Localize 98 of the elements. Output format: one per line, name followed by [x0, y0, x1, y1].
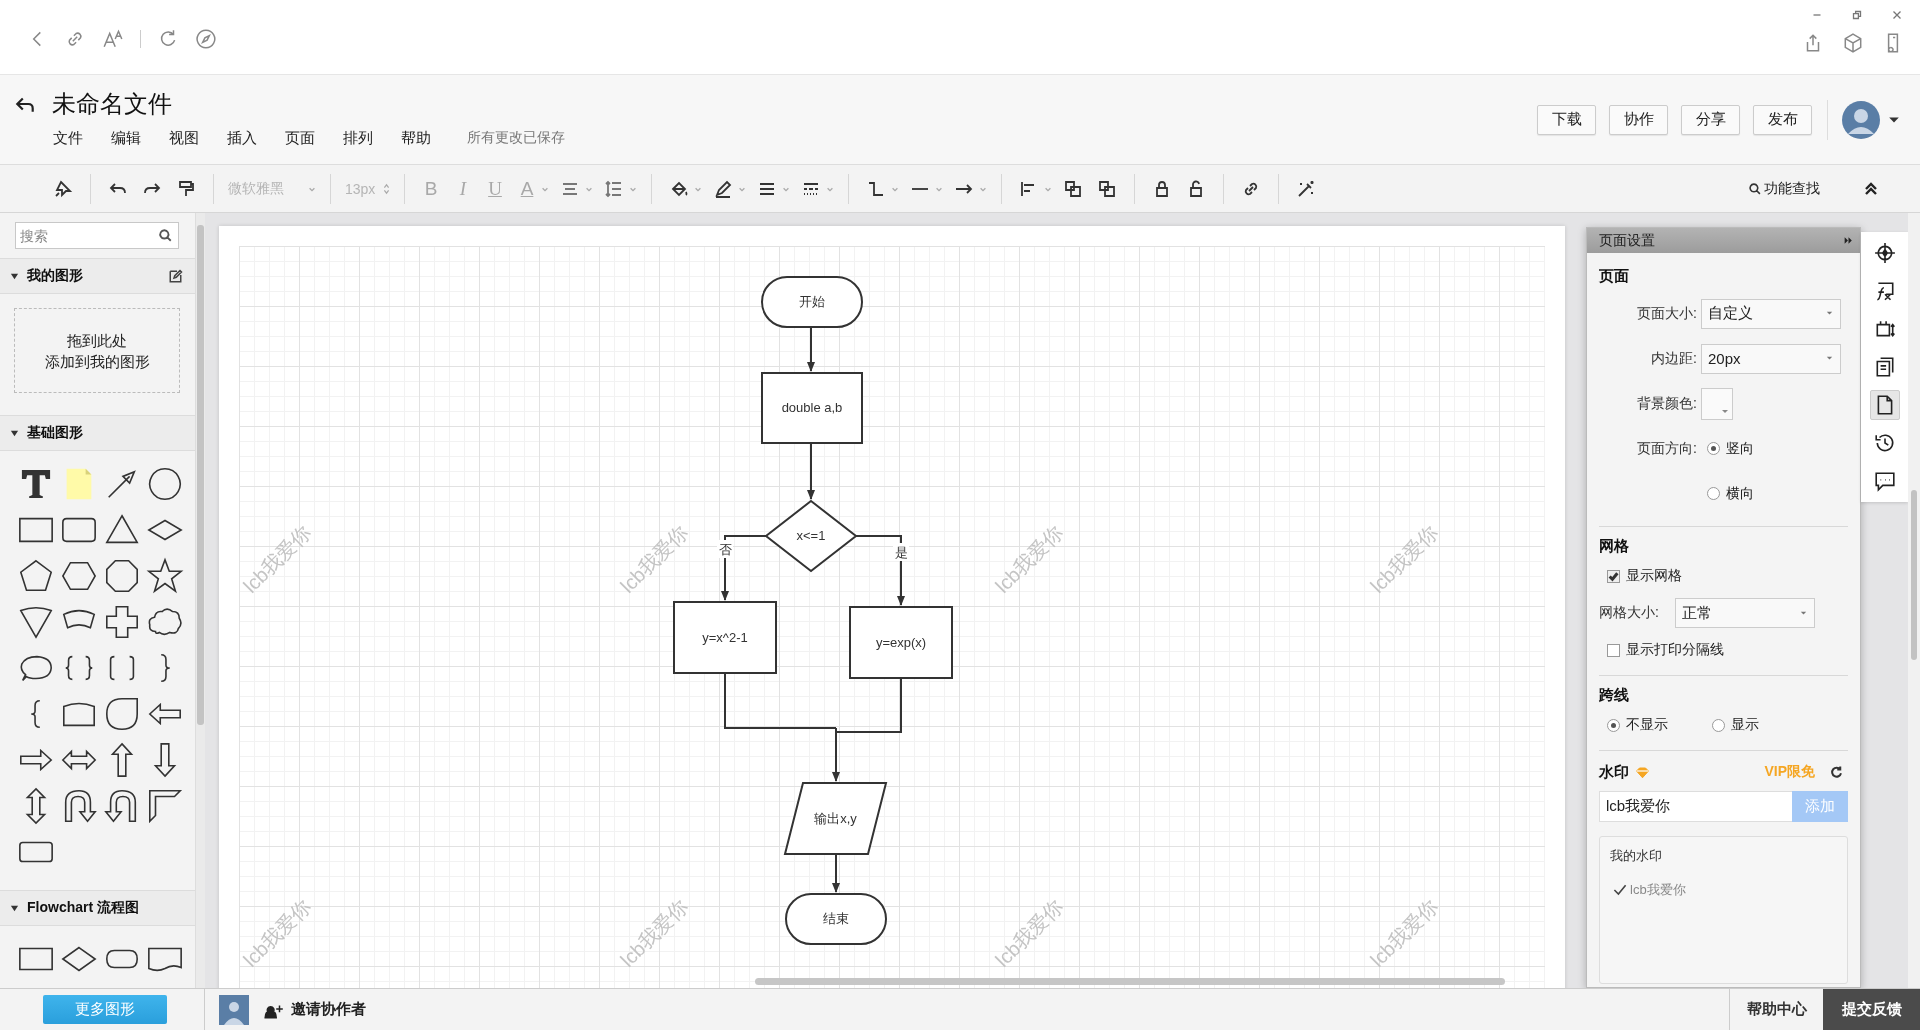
radio-option[interactable]: 竖向	[1707, 439, 1754, 458]
invite-link[interactable]: 邀请协作者	[291, 1000, 366, 1019]
connector-line	[721, 535, 767, 601]
header-button[interactable]: 协作	[1609, 104, 1668, 135]
section-heading: 页面	[1599, 266, 1630, 286]
menu-item[interactable]: 帮助	[401, 128, 431, 148]
watermark-text: lcb我爱你	[991, 895, 1068, 972]
section-title: 基础图形	[27, 424, 84, 442]
radio-button[interactable]	[1707, 487, 1720, 500]
watermark-text: lcb我爱你	[239, 521, 316, 598]
decision-diamond: x<=1	[764, 499, 858, 573]
refresh-icon[interactable]	[1829, 764, 1844, 780]
feature-search[interactable]: 功能查找	[1748, 179, 1820, 198]
expand-triangle-icon[interactable]	[10, 903, 19, 913]
section-heading: 水印	[1599, 762, 1629, 782]
section-heading: 网格	[1599, 536, 1630, 556]
watermark-text: lcb我爱你	[616, 895, 693, 972]
avatar[interactable]	[1841, 99, 1881, 140]
watermark-text: lcb我爱你	[616, 521, 693, 598]
terminal-node: 结束	[785, 893, 887, 945]
save-status: 所有更改已保存	[467, 129, 565, 147]
header-button[interactable]: 分享	[1681, 104, 1740, 135]
drop-hint-text: 添加到我的图形	[44, 351, 150, 372]
checkbox-option[interactable]: 显示网格	[1599, 561, 1848, 591]
padding-select[interactable]: 20px	[1701, 343, 1841, 374]
restore-icon[interactable]	[1850, 8, 1864, 22]
process-box: y=x^2-1	[673, 601, 777, 674]
checkbox[interactable]	[1607, 569, 1620, 583]
menu-item[interactable]: 文件	[53, 128, 83, 148]
process-box: y=exp(x)	[849, 606, 953, 679]
expand-triangle-icon[interactable]	[10, 428, 19, 438]
process-box: double a,b	[761, 372, 863, 444]
search-icon[interactable]	[1748, 181, 1762, 196]
watermark-item[interactable]: lcb我爱你	[1610, 881, 1837, 899]
connector-line	[855, 535, 905, 606]
grid-size-select[interactable]: 正常	[1675, 598, 1815, 628]
connector-line	[807, 326, 815, 372]
field-label: 页面方向:	[1636, 439, 1698, 458]
menu-item[interactable]: 视图	[169, 128, 199, 148]
radio-option[interactable]: 横向	[1707, 484, 1754, 503]
compass-icon[interactable]	[195, 28, 217, 50]
header-button[interactable]: 下载	[1537, 104, 1596, 135]
panel-title: 页面设置	[1599, 231, 1655, 250]
terminal-node: 开始	[761, 276, 863, 328]
scrollbar[interactable]	[197, 225, 205, 725]
menu-item[interactable]: 编辑	[111, 128, 141, 148]
edge-label: 是	[894, 545, 908, 560]
section-title: 我的图形	[27, 267, 84, 285]
scrollbar[interactable]	[1911, 490, 1917, 660]
radio-option[interactable]: 显示	[1712, 716, 1759, 734]
scrollbar[interactable]	[755, 978, 1505, 985]
list-title: 我的水印	[1610, 847, 1663, 865]
diamond-icon	[1635, 764, 1650, 780]
search-icon[interactable]	[158, 228, 174, 243]
watermark-name: lcb我爱你	[1630, 881, 1686, 899]
star-icon[interactable]	[145, 557, 184, 595]
search-field[interactable]: 搜索	[15, 222, 180, 249]
section-header[interactable]: 基础图形	[0, 415, 196, 451]
menu-item[interactable]: 页面	[285, 128, 315, 148]
watermark-text: lcb我爱你	[991, 521, 1068, 598]
edit-icon[interactable]	[168, 268, 184, 284]
color-picker[interactable]	[1701, 387, 1733, 420]
watermark-text: lcb我爱你	[239, 895, 316, 972]
header-button[interactable]: 发布	[1753, 104, 1812, 135]
field-label: 背景颜色:	[1636, 394, 1698, 413]
watermark-input[interactable]: lcb我爱你	[1599, 791, 1792, 822]
page-size-select[interactable]: 自定义	[1701, 298, 1841, 329]
field-label: 内边距:	[1650, 349, 1698, 368]
field-label: 网格大小:	[1599, 604, 1660, 622]
section-header[interactable]: Flowchart 流程图	[0, 890, 196, 926]
radio-button[interactable]	[1607, 718, 1620, 732]
edge-label: 否	[718, 542, 732, 557]
field-label: 页面大小:	[1636, 304, 1698, 323]
cube-icon[interactable]	[1842, 32, 1864, 54]
radio-button[interactable]	[1707, 442, 1720, 455]
feedback-button[interactable]: 提交反馈	[1823, 989, 1920, 1030]
io-parallelogram: 输出x,y	[783, 782, 888, 855]
menu-item[interactable]: 插入	[227, 128, 257, 148]
connector-line	[807, 442, 815, 500]
section-title: Flowchart 流程图	[27, 899, 140, 917]
watermark-text: lcb我爱你	[1366, 895, 1443, 972]
avatar[interactable]	[219, 994, 249, 1025]
vip-label: VIP限免	[1764, 763, 1815, 781]
section-header[interactable]: 我的图形	[0, 258, 196, 294]
drop-zone[interactable]: 拖到此处 添加到我的图形	[14, 308, 181, 393]
collapse-panel-icon[interactable]	[1843, 235, 1854, 246]
radio-button[interactable]	[1712, 718, 1725, 732]
text-size-icon[interactable]	[102, 28, 124, 50]
menu-item[interactable]: 排列	[343, 128, 373, 148]
checkbox[interactable]	[1607, 643, 1620, 657]
drop-hint-text: 拖到此处	[67, 330, 127, 351]
section-heading: 跨线	[1599, 685, 1630, 705]
checkbox-option[interactable]: 显示打印分隔线	[1599, 635, 1848, 665]
radio-option[interactable]: 不显示	[1607, 716, 1668, 734]
expand-triangle-icon[interactable]	[10, 271, 19, 281]
watermark-text: lcb我爱你	[1366, 521, 1443, 598]
connector-line	[832, 853, 840, 893]
document-title: 未命名文件	[52, 89, 172, 119]
